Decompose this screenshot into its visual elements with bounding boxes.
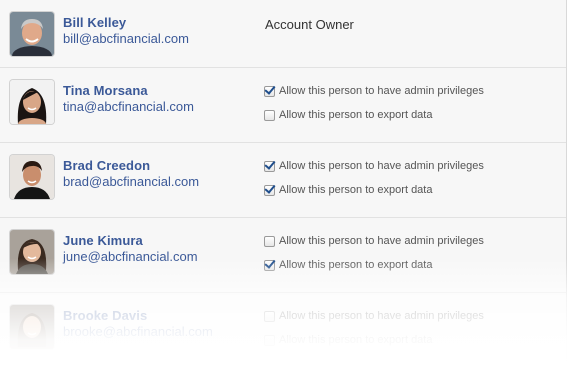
admin-privileges-option[interactable]: Allow this person to have admin privileg… — [264, 235, 484, 247]
export-data-checkbox[interactable] — [264, 109, 275, 121]
admin-privileges-option[interactable]: Allow this person to have admin privileg… — [264, 85, 484, 97]
user-row-brooke-davis: Brooke Davis brooke@abcfinancial.com All… — [0, 292, 566, 367]
avatar-photo-woman-light-hair-icon — [10, 305, 54, 349]
export-data-checkbox[interactable] — [264, 184, 275, 196]
user-row-june-kimura: June Kimura june@abcfinancial.com Allow … — [0, 217, 566, 292]
account-owner-label: Account Owner — [265, 17, 354, 32]
avatar-photo-woman-dark-hair-icon — [10, 230, 54, 274]
export-data-option[interactable]: Allow this person to export data — [264, 184, 432, 196]
user-row-tina-morsana: Tina Morsana tina@abcfinancial.com Allow… — [0, 67, 566, 142]
avatar — [10, 305, 54, 349]
export-data-label: Allow this person to export data — [279, 184, 433, 196]
user-row-bill-kelley: Bill Kelley bill@abcfinancial.com Accoun… — [0, 0, 566, 74]
export-data-label: Allow this person to export data — [279, 334, 433, 346]
user-email: brad@abcfinancial.com — [63, 174, 200, 189]
user-name[interactable]: Tina Morsana — [63, 83, 148, 98]
export-data-label: Allow this person to export data — [279, 109, 433, 121]
admin-privileges-checkbox[interactable] — [264, 160, 275, 172]
user-email: brooke@abcfinancial.com — [63, 324, 213, 339]
user-name[interactable]: Brad Creedon — [63, 158, 150, 173]
export-data-option[interactable]: Allow this person to export data — [264, 259, 432, 271]
admin-privileges-option[interactable]: Allow this person to have admin privileg… — [264, 310, 484, 322]
user-email: june@abcfinancial.com — [63, 249, 198, 264]
export-data-option[interactable]: Allow this person to export data — [264, 109, 432, 121]
avatar-photo-man-gray-hair-icon — [10, 12, 54, 56]
avatar — [10, 12, 54, 56]
avatar — [10, 230, 54, 274]
admin-privileges-checkbox[interactable] — [264, 235, 275, 247]
export-data-checkbox[interactable] — [264, 259, 275, 271]
export-data-checkbox[interactable] — [264, 334, 275, 346]
admin-privileges-label: Allow this person to have admin privileg… — [279, 160, 484, 172]
admin-privileges-label: Allow this person to have admin privileg… — [279, 235, 484, 247]
avatar — [10, 80, 54, 124]
user-permissions-panel: Bill Kelley bill@abcfinancial.com Accoun… — [0, 0, 567, 367]
export-data-label: Allow this person to export data — [279, 259, 433, 271]
avatar-photo-man-dark-hair-icon — [10, 155, 54, 199]
user-name[interactable]: June Kimura — [63, 233, 143, 248]
admin-privileges-label: Allow this person to have admin privileg… — [279, 85, 484, 97]
user-name[interactable]: Brooke Davis — [63, 308, 147, 323]
admin-privileges-checkbox[interactable] — [264, 310, 275, 322]
admin-privileges-checkbox[interactable] — [264, 85, 275, 97]
user-row-brad-creedon: Brad Creedon brad@abcfinancial.com Allow… — [0, 142, 566, 217]
avatar — [10, 155, 54, 199]
avatar-photo-woman-dark-hair-icon — [10, 80, 54, 124]
export-data-option[interactable]: Allow this person to export data — [264, 334, 432, 346]
admin-privileges-label: Allow this person to have admin privileg… — [279, 310, 484, 322]
user-email: tina@abcfinancial.com — [63, 99, 194, 114]
user-name[interactable]: Bill Kelley — [63, 15, 126, 30]
admin-privileges-option[interactable]: Allow this person to have admin privileg… — [264, 160, 484, 172]
user-email: bill@abcfinancial.com — [63, 31, 189, 46]
